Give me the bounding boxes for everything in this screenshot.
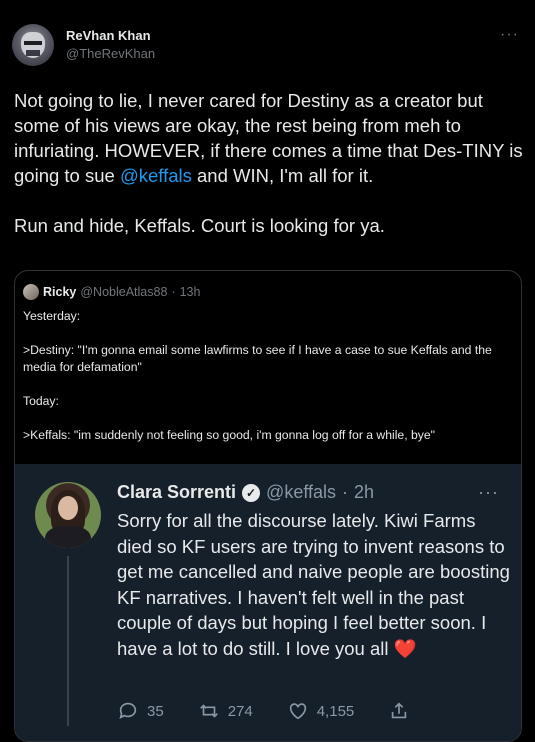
retweet-button[interactable]: 274 <box>198 700 253 722</box>
like-count: 4,155 <box>316 702 355 720</box>
reply-icon <box>119 702 137 719</box>
author-name[interactable]: ReVhan Khan <box>66 28 151 43</box>
author-handle[interactable]: @TheRevKhan <box>66 46 155 61</box>
quote-author-handle[interactable]: @NobleAtlas88 <box>80 285 167 299</box>
action-bar: 35 274 4,155 <box>117 700 444 722</box>
more-icon[interactable]: ··· <box>500 26 519 44</box>
embedded-avatar[interactable] <box>35 482 101 548</box>
embedded-timestamp[interactable]: 2h <box>354 482 374 503</box>
thread-line <box>67 556 69 726</box>
retweet-icon <box>199 704 218 718</box>
quote-separator: · <box>171 285 176 299</box>
retweet-count: 274 <box>227 702 253 720</box>
embedded-author-name[interactable]: Clara Sorrenti <box>117 482 236 503</box>
mention-link[interactable]: @keffals <box>120 165 192 186</box>
quote-avatar[interactable] <box>23 284 39 300</box>
embedded-text-body: Sorry for all the discourse lately. Kiwi… <box>117 510 510 659</box>
embedded-more-icon[interactable]: ··· <box>478 482 499 503</box>
avatar-shirt-shape <box>45 526 91 548</box>
quote-tweet-card[interactable]: Ricky @NobleAtlas88 · 13h Yesterday: >De… <box>14 270 522 742</box>
share-button[interactable] <box>388 700 410 722</box>
quote-timestamp[interactable]: 13h <box>180 285 201 299</box>
share-icon <box>392 702 407 719</box>
embedded-separator: · <box>342 482 349 502</box>
author-avatar[interactable] <box>12 24 54 66</box>
avatar-face-shape <box>58 496 78 520</box>
reply-count: 35 <box>147 702 164 720</box>
tweet-text: Not going to lie, I never cared for Dest… <box>14 88 524 238</box>
embedded-text: Sorry for all the discourse lately. Kiwi… <box>117 508 512 661</box>
embedded-author-handle[interactable]: @keffals <box>266 482 336 503</box>
heart-emoji-icon: ❤️ <box>393 637 417 659</box>
avatar-jaw-shape <box>26 50 40 56</box>
embedded-header: Clara Sorrenti ✓ @keffals · 2h <box>117 482 374 503</box>
verified-icon: ✓ <box>242 483 261 502</box>
quote-author-name[interactable]: Ricky <box>43 285 76 299</box>
reply-button[interactable]: 35 <box>117 700 164 722</box>
avatar-visor-shape <box>24 41 42 45</box>
quote-text: Yesterday: >Destiny: "I'm gonna email so… <box>23 309 492 442</box>
quote-header: Ricky @NobleAtlas88 · 13h <box>23 284 200 300</box>
embedded-tweet[interactable]: Clara Sorrenti ✓ @keffals · 2h ··· Sorry… <box>15 464 521 741</box>
like-button[interactable]: 4,155 <box>287 700 355 722</box>
like-icon <box>289 703 306 720</box>
